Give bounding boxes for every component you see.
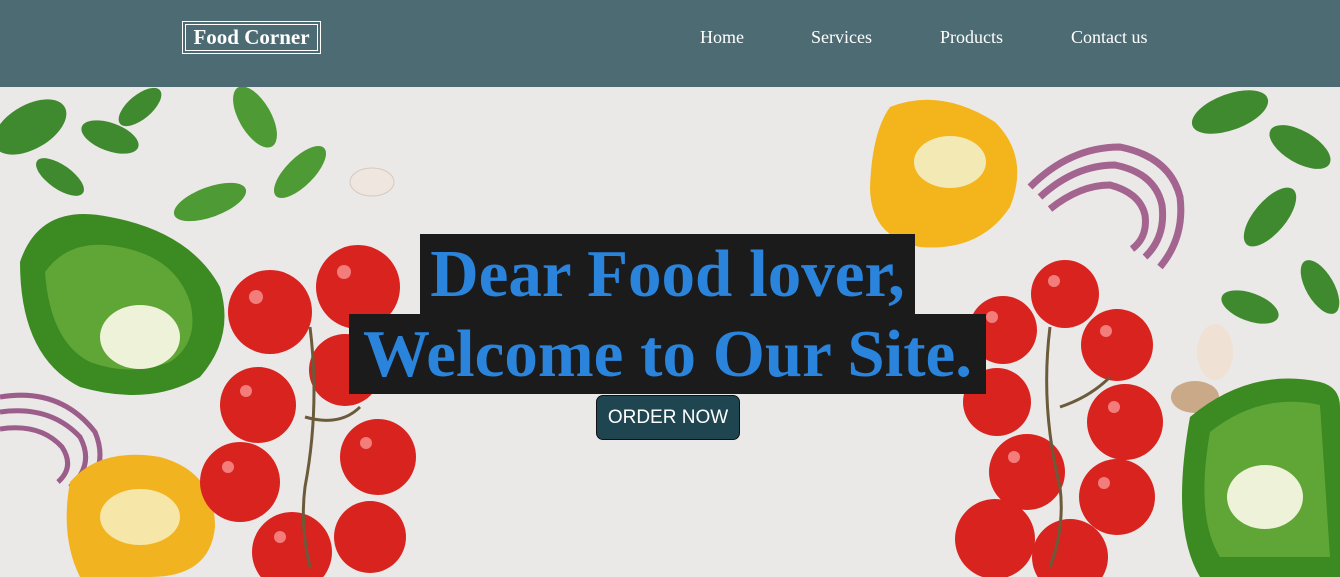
order-now-button[interactable]: ORDER NOW <box>596 395 740 440</box>
hero-section: Dear Food lover, Welcome to Our Site. OR… <box>0 87 1340 577</box>
site-logo[interactable]: Food Corner <box>182 21 321 54</box>
nav-link-home[interactable]: Home <box>700 25 744 49</box>
nav-link-products[interactable]: Products <box>940 25 1003 49</box>
nav-link-contact[interactable]: Contact us <box>1071 25 1148 49</box>
nav-link-services[interactable]: Services <box>811 25 872 49</box>
navbar: Food Corner Home Services Products Conta… <box>0 0 1340 87</box>
hero-headline-line1: Dear Food lover, <box>420 234 915 314</box>
site-logo-text[interactable]: Food Corner <box>185 24 318 51</box>
hero-headline-line2: Welcome to Our Site. <box>349 314 986 394</box>
